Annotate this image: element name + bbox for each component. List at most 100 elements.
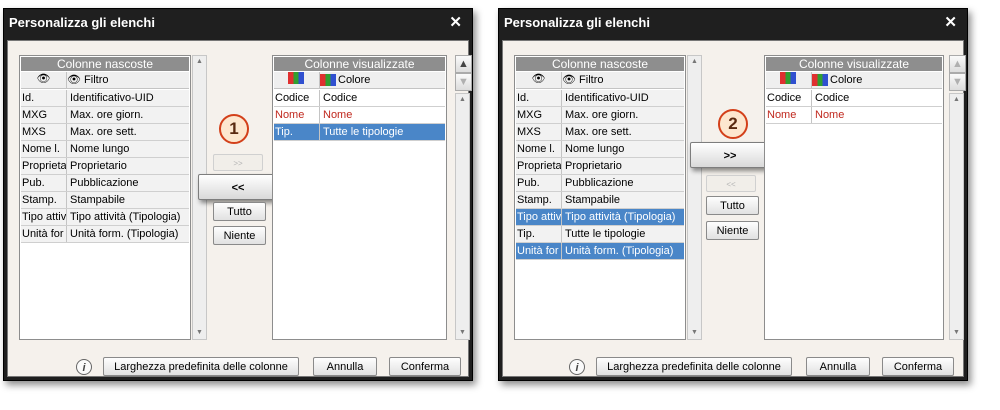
column-code: Pub. [21,175,67,191]
all-button[interactable]: Tutto [213,202,266,221]
list-row[interactable]: Pub. Pubblicazione [21,175,189,192]
scroll-down-icon[interactable]: ▼ [193,327,206,339]
eye-icon[interactable]: 👁 [516,72,562,88]
scroll-down-icon[interactable]: ▼ [688,327,701,339]
list-row[interactable]: Stamp. Stampabile [21,192,189,209]
column-name: Max. ore sett. [565,126,632,138]
list-row[interactable]: MXS Max. ore sett. [21,124,189,141]
list-row[interactable]: Proprieta Proprietario [516,158,684,175]
hidden-columns-header: Colonne nascoste [21,57,189,71]
list-row[interactable]: Tipo attivi Tipo attività (Tipologia) [21,209,189,226]
visible-columns-grid: Colonne visualizzate Colore Codice Codice… [272,55,447,340]
list-row[interactable]: Nome Nome [274,107,445,124]
column-name: Unità form. (Tipologia) [565,245,674,257]
default-column-width-button[interactable]: Larghezza predefinita delle colonne [103,357,299,376]
column-name: Nome [815,109,845,121]
visible-columns-scrollbar[interactable]: ▲ ▼ [455,93,470,340]
color-label: Colore [830,74,863,86]
move-up-arrow-icon[interactable]: ▲ [455,55,472,73]
list-row[interactable]: Id. Identificativo-UID [21,90,189,107]
column-code: Tipo attivi [22,209,67,225]
list-row[interactable]: MXG Max. ore giorn. [516,107,684,124]
column-code: Proprieta [517,158,562,174]
list-row[interactable]: Tip. Tutte le tipologie [274,124,445,141]
step-badge: 2 [718,109,748,139]
column-name: Nome lungo [70,143,130,155]
scroll-up-icon[interactable]: ▲ [456,94,469,106]
confirm-button[interactable]: Conferma [389,357,461,376]
hidden-columns-scrollbar[interactable]: ▲ ▼ [687,55,702,340]
dialog-body: Colonne nascoste 👁 👁 Filtro Id. Identific… [7,40,472,377]
visible-columns-grid: Colonne visualizzate Colore Codice Codice… [764,55,944,340]
cancel-button[interactable]: Annulla [313,357,377,376]
list-row[interactable]: Id. Identificativo-UID [516,90,684,107]
color-toggle[interactable]: Colore [812,72,942,88]
eye-icon: 👁 [67,74,81,86]
info-icon[interactable]: i [569,359,585,375]
list-row[interactable]: MXG Max. ore giorn. [21,107,189,124]
list-row[interactable]: Pub. Pubblicazione [516,175,684,192]
visible-columns-scrollbar[interactable]: ▲ ▼ [949,93,964,340]
column-code: Codice [766,90,812,106]
close-icon[interactable]: ✕ [944,13,957,31]
hidden-columns-header: Colonne nascoste [516,57,684,71]
scroll-up-icon[interactable]: ▲ [950,94,963,106]
dialog-title: Personalizza gli elenchi [9,15,155,30]
list-row[interactable]: Stamp. Stampabile [516,192,684,209]
dialog-title: Personalizza gli elenchi [504,15,650,30]
hidden-columns-subheader: 👁 👁 Filtro [21,72,189,89]
add-column-button[interactable]: >> [690,142,770,168]
list-row[interactable]: Unità for Unità form. (Tipologia) [516,243,684,260]
none-button[interactable]: Niente [706,221,759,240]
filter-toggle[interactable]: 👁 Filtro [67,72,189,88]
move-down-arrow-icon[interactable]: ▼ [949,73,966,91]
all-button[interactable]: Tutto [706,196,759,215]
dialog-titlebar: Personalizza gli elenchi ✕ [499,9,967,37]
column-name: Stampabile [70,194,126,206]
column-code: MXG [21,107,67,123]
list-row[interactable]: Nome l. Nome lungo [21,141,189,158]
list-row[interactable]: Proprieta Proprietario [21,158,189,175]
list-row[interactable]: Codice Codice [766,90,942,107]
column-code: Nome l. [516,141,562,157]
list-row[interactable]: Codice Codice [274,90,445,107]
move-down-arrow-icon[interactable]: ▼ [455,73,472,91]
color-toggle[interactable]: Colore [320,72,445,88]
remove-column-button[interactable]: << [706,175,756,192]
column-name: Unità form. (Tipologia) [70,228,179,240]
column-code: Codice [274,90,320,106]
column-name: Tipo attività (Tipologia) [565,211,676,223]
visible-columns-header: Colonne visualizzate [766,57,942,71]
color-grid-icon[interactable] [766,72,812,88]
list-row[interactable]: Tipo attiv Tipo attività (Tipologia) [516,209,684,226]
default-column-width-button[interactable]: Larghezza predefinita delle colonne [596,357,792,376]
column-name: Max. ore giorn. [70,109,144,121]
column-name: Proprietario [70,160,127,172]
none-button[interactable]: Niente [213,226,266,245]
move-up-arrow-icon[interactable]: ▲ [949,55,966,73]
column-name: Nome [323,109,353,121]
info-icon[interactable]: i [76,359,92,375]
list-row[interactable]: Nome Nome [766,107,942,124]
list-row[interactable]: MXS Max. ore sett. [516,124,684,141]
scroll-down-icon[interactable]: ▼ [456,327,469,339]
scroll-down-icon[interactable]: ▼ [950,327,963,339]
close-icon[interactable]: ✕ [449,13,462,31]
column-name: Identificativo-UID [565,92,649,104]
remove-column-button[interactable]: << [198,174,278,200]
list-row[interactable]: Nome l. Nome lungo [516,141,684,158]
filter-toggle[interactable]: 👁 Filtro [562,72,684,88]
add-column-button[interactable]: >> [213,154,263,171]
eye-icon[interactable]: 👁 [21,72,67,88]
cancel-button[interactable]: Annulla [806,357,870,376]
column-code: Tip. [516,226,562,242]
list-row[interactable]: Unità for Unità form. (Tipologia) [21,226,189,243]
hidden-columns-rows: Id. Identificativo-UID MXG Max. ore giorn. M… [516,90,684,260]
scroll-up-icon[interactable]: ▲ [193,56,206,68]
column-code: MXG [516,107,562,123]
list-row[interactable]: Tip. Tutte le tipologie [516,226,684,243]
column-name: Proprietario [565,160,622,172]
confirm-button[interactable]: Conferma [882,357,954,376]
color-grid-icon[interactable] [274,72,320,88]
scroll-up-icon[interactable]: ▲ [688,56,701,68]
